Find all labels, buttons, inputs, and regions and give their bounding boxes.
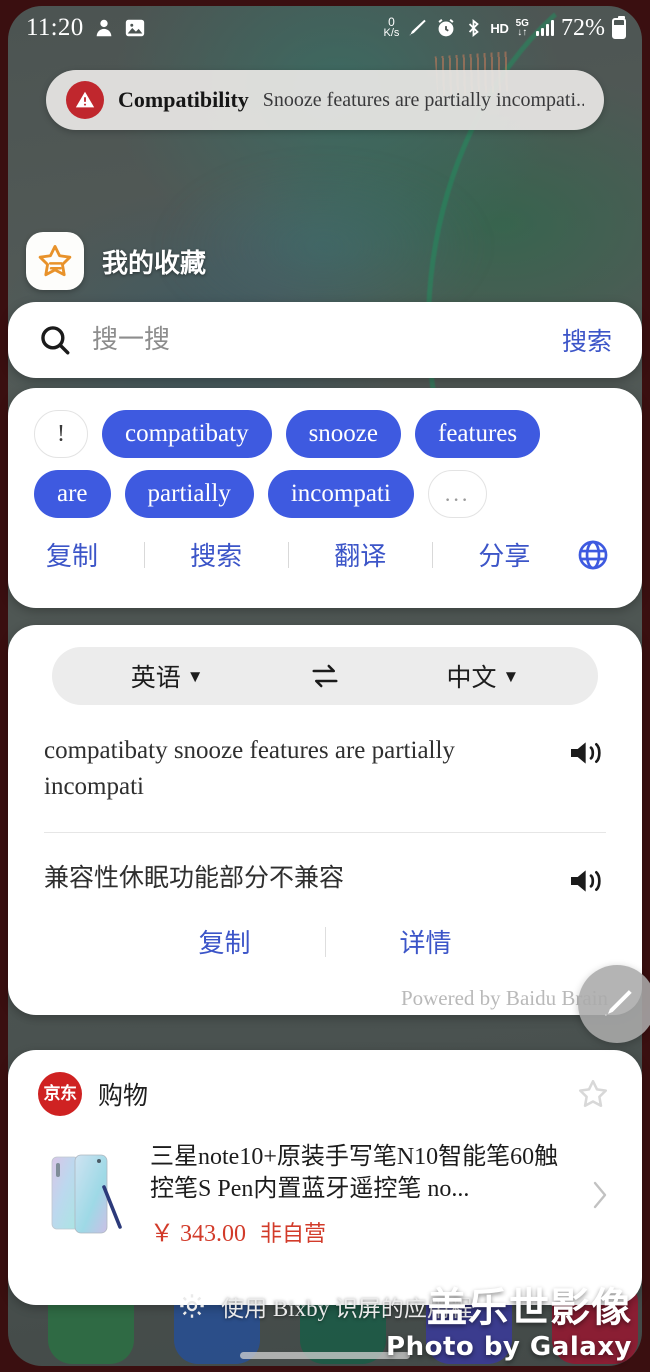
notification-body: Snooze features are partially incompati.… xyxy=(262,88,584,111)
word-chip[interactable]: ! xyxy=(34,410,88,458)
word-chip-more[interactable]: ... xyxy=(427,470,488,518)
status-bar-left: 11:20 xyxy=(26,14,146,42)
my-favorites-label: 我的收藏 xyxy=(102,248,207,278)
hd-indicator: HD xyxy=(490,20,509,36)
word-chip[interactable]: partially xyxy=(124,470,254,518)
translate-copy-action[interactable]: 复制 xyxy=(125,923,325,960)
person-icon xyxy=(96,19,111,37)
shopping-card: 京东 购物 三星note10+原装手写笔N10智能笔60触控笔S Pen内置蓝牙… xyxy=(8,1050,642,1305)
pencil-icon xyxy=(605,990,632,1016)
home-indicator[interactable] xyxy=(240,1352,410,1359)
source-language-label: 英语 xyxy=(130,665,181,692)
word-chip[interactable]: are xyxy=(34,470,111,518)
network-speed-indicator: 0 K/s xyxy=(383,15,400,40)
product-title: 三星note10+原装手写笔N10智能笔60触控笔S Pen内置蓝牙遥控笔 no… xyxy=(150,1144,559,1202)
chevron-down-icon: ▼ xyxy=(186,666,204,686)
translate-action[interactable]: 翻译 xyxy=(334,536,386,573)
jd-logo-icon: 京东 xyxy=(38,1072,82,1116)
bluetooth-icon xyxy=(469,18,480,38)
recognized-words-card: ! compatibaty snooze features are partia… xyxy=(8,388,642,608)
word-chip[interactable]: snooze xyxy=(285,410,401,458)
product-price: ￥ 343.00 xyxy=(150,1221,246,1248)
network-type-indicator: 5G ↓↑ xyxy=(515,17,529,38)
search-button[interactable]: 搜索 xyxy=(548,322,612,358)
product-seller-tag: 非自营 xyxy=(260,1221,327,1247)
divider xyxy=(431,541,433,568)
product-row[interactable]: 三星note10+原装手写笔N10智能笔60触控笔S Pen内置蓝牙遥控笔 no… xyxy=(8,1116,642,1248)
source-text-block: compatibaty snooze features are partiall… xyxy=(8,705,642,804)
speaker-icon[interactable] xyxy=(568,865,606,897)
edit-fab-button[interactable] xyxy=(578,965,650,1043)
powered-by-label: Powered by Baidu Brain xyxy=(400,986,608,1010)
target-text-block: 兼容性休眠功能部分不兼容 xyxy=(8,833,642,897)
notification-title: Compatibility xyxy=(118,87,249,112)
swap-arrows-icon[interactable] xyxy=(309,661,341,691)
signal-bars-icon xyxy=(535,20,554,36)
search-input[interactable] xyxy=(92,325,548,355)
globe-icon[interactable] xyxy=(576,538,610,572)
divider xyxy=(143,541,145,568)
chip-actions-row: 复制 搜索 翻译 分享 xyxy=(30,536,620,573)
chevron-down-icon: ▼ xyxy=(502,666,520,686)
watermark: 盖乐世影像 Photo by Galaxy xyxy=(386,1288,632,1362)
my-favorites-row[interactable]: 我的收藏 xyxy=(26,232,206,290)
content-area: 我的收藏 搜索 ! compatibaty snooze features ar… xyxy=(0,0,650,1372)
divider xyxy=(287,541,289,568)
watermark-line-cn: 盖乐世影像 xyxy=(427,1285,632,1331)
speaker-icon[interactable] xyxy=(568,737,606,769)
battery-icon xyxy=(612,15,626,39)
translate-details-action[interactable]: 详情 xyxy=(326,923,526,960)
product-price-row: ￥ 343.00 非自营 xyxy=(150,1213,570,1248)
translate-actions-row: 复制 详情 xyxy=(8,923,642,960)
target-language-select[interactable]: 中文 ▼ xyxy=(446,658,519,694)
alarm-icon xyxy=(438,18,454,37)
word-chip-list: ! compatibaty snooze features are partia… xyxy=(30,406,620,518)
search-card: 搜索 xyxy=(8,302,642,378)
source-text: compatibaty snooze features are partiall… xyxy=(44,737,455,800)
warning-icon xyxy=(66,81,104,119)
word-chip[interactable]: features xyxy=(415,410,541,458)
watermark-line-en: Photo by Galaxy xyxy=(386,1332,632,1362)
target-text: 兼容性休眠功能部分不兼容 xyxy=(44,865,345,892)
notification-banner[interactable]: Compatibility Snooze features are partia… xyxy=(46,70,604,130)
target-language-label: 中文 xyxy=(446,665,497,692)
phone-screen: 11:20 0 K/s HD 5G ↓↑ 72% Compatibility S… xyxy=(0,0,650,1372)
shopping-source: 京东 购物 xyxy=(38,1072,148,1116)
pen-icon xyxy=(410,19,427,36)
shopping-card-header: 京东 购物 xyxy=(8,1072,642,1116)
search-action[interactable]: 搜索 xyxy=(190,536,242,573)
shopping-category-label: 购物 xyxy=(98,1083,149,1110)
translate-card: 英语 ▼ 中文 ▼ compatibaty snooze features ar… xyxy=(8,625,642,1015)
photo-icon xyxy=(125,19,144,37)
source-language-select[interactable]: 英语 ▼ xyxy=(131,658,204,694)
battery-percent: 72% xyxy=(561,14,605,41)
bookmark-star-icon[interactable] xyxy=(26,232,84,290)
share-action[interactable]: 分享 xyxy=(478,536,530,573)
copy-action[interactable]: 复制 xyxy=(46,536,98,573)
status-bar-right: 0 K/s HD 5G ↓↑ 72% xyxy=(383,14,626,42)
status-time: 11:20 xyxy=(26,14,84,41)
product-thumbnail xyxy=(42,1147,132,1243)
search-icon xyxy=(41,326,70,355)
word-chip[interactable]: compatibaty xyxy=(102,410,272,458)
star-outline-icon[interactable] xyxy=(576,1077,610,1111)
gear-icon[interactable] xyxy=(177,1291,207,1321)
chevron-right-icon[interactable] xyxy=(588,1176,612,1214)
language-selector-bar: 英语 ▼ 中文 ▼ xyxy=(52,647,598,705)
product-info: 三星note10+原装手写笔N10智能笔60触控笔S Pen内置蓝牙遥控笔 no… xyxy=(150,1142,570,1248)
status-bar: 11:20 0 K/s HD 5G ↓↑ 72% xyxy=(0,0,650,56)
word-chip[interactable]: incompati xyxy=(267,470,414,518)
